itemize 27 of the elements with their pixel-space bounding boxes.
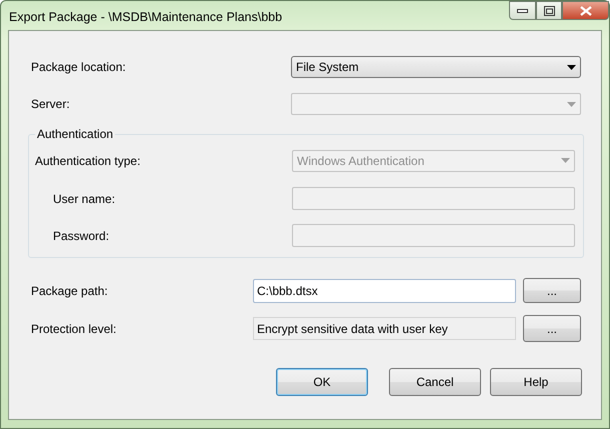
dropdown[interactable]: File System [291, 56, 581, 78]
browse-button[interactable]: ... [523, 315, 581, 342]
field-label: Protection level: [31, 320, 118, 338]
minimize-button[interactable] [509, 1, 536, 20]
close-button[interactable] [562, 1, 609, 20]
field-label: Authentication type: [35, 152, 142, 170]
dialog-button[interactable]: Help [490, 368, 582, 396]
field-label: Package path: [31, 282, 109, 300]
field-label: Password: [53, 228, 110, 245]
path-field[interactable]: C:\bbb.dtsx [253, 278, 516, 303]
field-label: Package location: [31, 59, 127, 76]
window-title: Export Package - \MSDB\Maintenance Plans\bbb [9, 9, 282, 26]
maximize-button[interactable] [536, 1, 562, 20]
close-icon [580, 6, 592, 16]
dropdown-caret-icon [567, 64, 576, 70]
field-label: Server: [31, 96, 71, 113]
group-title: Authentication [36, 127, 114, 142]
browse-button[interactable]: ... [523, 278, 581, 304]
dropdown-caret-icon [567, 102, 576, 106]
dialog-button[interactable]: Cancel [389, 368, 481, 396]
readonly-field: Encrypt sensitive data with user key [253, 317, 516, 340]
default-button[interactable]: OK [276, 368, 368, 396]
dropdown-caret-icon [561, 158, 570, 164]
maximize-icon [544, 6, 554, 16]
disabled-dropdown: Windows Authentication [292, 150, 575, 172]
minimize-icon [517, 8, 528, 12]
field-label: User name: [53, 190, 116, 208]
